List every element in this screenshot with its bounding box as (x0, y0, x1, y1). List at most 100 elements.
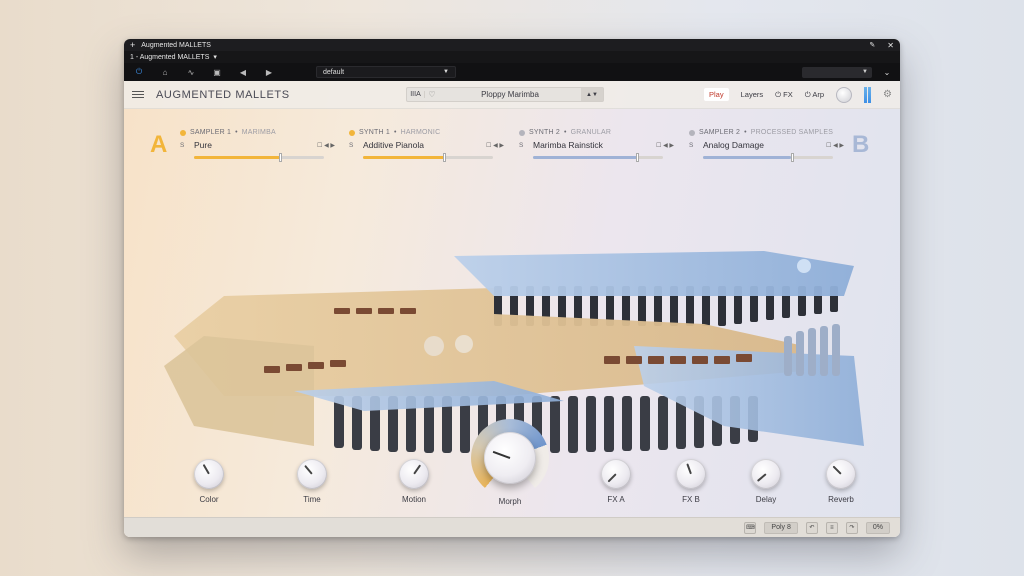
slider-handle[interactable] (443, 153, 446, 162)
slot-level-fill (703, 156, 792, 159)
library-icon[interactable]: IIIA (407, 91, 425, 98)
next-preset-icon[interactable]: ▶ (260, 66, 278, 78)
power-dot-icon[interactable] (689, 129, 695, 136)
host-preset-value: default (323, 68, 345, 76)
slot-synth-2[interactable]: SYNTH 2 • GRANULAR S Marimba Rainstick ☐ ◀ ▶ (519, 129, 674, 162)
add-icon[interactable]: + (130, 40, 135, 50)
knob-label: Time (303, 495, 321, 504)
knob-label: Color (199, 495, 219, 504)
preset-name[interactable]: Ploppy Marimba (439, 90, 581, 99)
automation-icon[interactable]: ∿ (182, 66, 200, 78)
gear-icon[interactable]: ⚙ (883, 89, 892, 100)
host-preset-select[interactable]: default ▼ (316, 66, 456, 78)
host-title-bar: + Augmented MALLETS ✎ ✕ (124, 39, 900, 51)
poly-setting[interactable]: Poly 8 (764, 521, 798, 534)
solo-toggle[interactable]: S (689, 142, 695, 149)
prev-preset-icon[interactable]: ◀ (234, 66, 252, 78)
tab-arp[interactable]: ⏻ Arp (805, 90, 824, 100)
time-knob[interactable] (297, 459, 327, 489)
knob-label: Delay (755, 495, 777, 504)
list-icon[interactable]: ≡ (825, 521, 838, 534)
slot-preset[interactable]: Analog Damage (703, 140, 764, 150)
delay-knob[interactable] (751, 459, 781, 489)
slot-preset[interactable]: Additive Pianola (363, 140, 424, 150)
preset-browser[interactable]: IIIA ♡ Ploppy Marimba ▲▼ (406, 87, 604, 102)
slot-subtype: PROCESSED SAMPLES (750, 129, 834, 136)
power-dot-icon[interactable] (349, 129, 355, 136)
color-knob[interactable] (194, 459, 224, 489)
chevron-down-icon[interactable]: ▾ (213, 53, 217, 61)
reverb-knob[interactable] (826, 459, 856, 489)
slot-level-fill (363, 156, 444, 159)
keyboard-icon[interactable]: ⌨ (744, 521, 757, 534)
slot-nav[interactable]: ☐ ◀ ▶ (826, 142, 844, 149)
compare-icon[interactable]: ⌂ (156, 66, 174, 78)
power-dot-icon[interactable] (519, 129, 525, 136)
solo-toggle[interactable]: S (519, 142, 525, 149)
instance-tab[interactable]: 1 - Augmented MALLETS (130, 54, 209, 61)
knob-motion[interactable]: Motion (389, 459, 439, 504)
master-volume-knob[interactable] (836, 86, 853, 103)
preset-arrows-icon[interactable]: ▲▼ (581, 88, 603, 101)
knob-time[interactable]: Time (287, 459, 337, 504)
slider-handle[interactable] (791, 153, 794, 162)
knob-reverb[interactable]: Reverb (816, 459, 866, 504)
tab-arp-label: Arp (812, 89, 825, 99)
tab-fx[interactable]: ⏻ FX (775, 90, 793, 100)
slider-handle[interactable] (636, 153, 639, 162)
slot-level-slider[interactable] (703, 153, 833, 162)
slot-nav[interactable]: ☐ ◀ ▶ (656, 142, 674, 149)
slot-synth-1[interactable]: SYNTH 1 • HARMONIC S Additive Pianola ☐ ◀ ▶ (349, 129, 504, 162)
fx-b-knob[interactable] (676, 459, 706, 489)
slot-level-slider[interactable] (194, 153, 324, 162)
solo-toggle[interactable]: S (349, 142, 355, 149)
chevron-down-icon: ▼ (443, 69, 449, 75)
redo-icon[interactable]: ↷ (845, 521, 858, 534)
instrument-artwork (164, 251, 864, 453)
slot-level-fill (194, 156, 280, 159)
menu-icon[interactable] (132, 91, 144, 98)
morph-control[interactable]: Morph (470, 419, 550, 506)
host-options-select[interactable]: ▼ (802, 66, 872, 78)
solo-toggle[interactable]: S (180, 142, 186, 149)
slot-subtype: GRANULAR (570, 129, 612, 136)
slot-preset[interactable]: Marimba Rainstick (533, 140, 603, 150)
plugin-body: AUGMENTED MALLETS IIIA ♡ Ploppy Marimba … (124, 81, 900, 537)
slot-sampler-2[interactable]: SAMPLER 2 • PROCESSED SAMPLES S Analog Dama… (689, 129, 844, 162)
undo-icon[interactable]: ↶ (805, 521, 818, 534)
tab-layers[interactable]: Layers (741, 90, 764, 99)
knob-label: Motion (401, 495, 426, 504)
tab-fx-label: FX (783, 89, 793, 99)
morph-ring (471, 419, 549, 497)
knob-fx-a[interactable]: FX A (591, 459, 641, 504)
layer-a-label[interactable]: A (150, 131, 167, 159)
motion-knob[interactable] (399, 459, 429, 489)
chevron-down-icon: ▼ (862, 69, 868, 75)
knob-label: Reverb (828, 495, 854, 504)
slot-preset[interactable]: Pure (194, 140, 212, 150)
power-dot-icon[interactable] (180, 129, 186, 136)
pin-icon[interactable]: ✎ (869, 41, 875, 49)
slot-level-slider[interactable] (533, 153, 663, 162)
close-icon[interactable]: ✕ (887, 41, 894, 50)
slot-type: SYNTH 2 (529, 129, 560, 136)
slot-level-fill (533, 156, 637, 159)
slot-level-slider[interactable] (363, 153, 493, 162)
slider-handle[interactable] (279, 153, 282, 162)
fx-a-knob[interactable] (601, 459, 631, 489)
knob-fx-b[interactable]: FX B (666, 459, 716, 504)
layer-b-label[interactable]: B (852, 131, 869, 159)
collapse-icon[interactable]: ⌄ (880, 68, 894, 77)
tab-play[interactable]: Play (704, 88, 729, 101)
slot-sampler-1[interactable]: SAMPLER 1 • MARIMBA S Pure ☐ ◀ ▶ (180, 129, 335, 162)
morph-knob[interactable] (484, 432, 536, 484)
heart-icon[interactable]: ♡ (425, 90, 439, 99)
slot-nav[interactable]: ☐ ◀ ▶ (486, 142, 504, 149)
knob-color[interactable]: Color (184, 459, 234, 504)
save-icon[interactable]: ▣ (208, 66, 226, 78)
slot-type: SYNTH 1 (359, 129, 390, 136)
slot-nav[interactable]: ☐ ◀ ▶ (317, 142, 335, 149)
knob-delay[interactable]: Delay (741, 459, 791, 504)
power-icon[interactable]: ⏻ (130, 66, 148, 78)
knob-label: Morph (498, 497, 522, 506)
